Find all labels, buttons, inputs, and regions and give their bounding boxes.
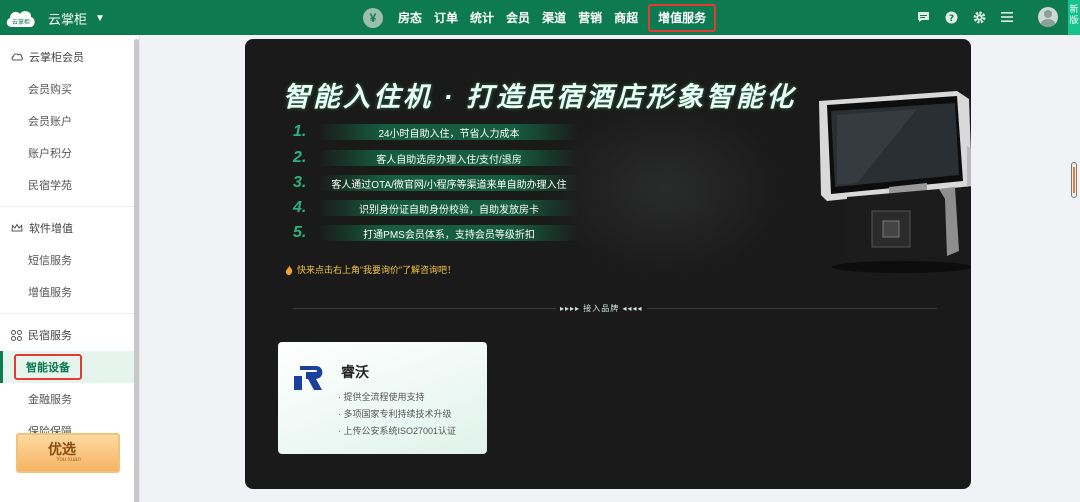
nav-supermarket[interactable]: 商超 (608, 4, 644, 32)
sidebar-group-homestay[interactable]: 民宿服务 (0, 319, 139, 351)
help-icon[interactable]: ? (944, 10, 958, 24)
promo-subtitle: You xuan (56, 457, 81, 463)
feature-text: 客人自助选房办理入住/支付/退房 (319, 150, 579, 166)
nav-channels[interactable]: 渠道 (536, 4, 572, 32)
sidebar-divider (0, 206, 139, 207)
flame-icon (285, 264, 293, 275)
main-nav: ¥ 房态 订单 统计 会员 渠道 营销 商超 增值服务 (363, 4, 717, 32)
feature-number: 5. (293, 224, 307, 241)
sidebar-item-sms[interactable]: 短信服务 (0, 244, 139, 276)
feature-text: 打通PMS会员体系，支持会员等级折扣 (319, 225, 579, 241)
feature-row: 1. 24小时自助入住，节省人力成本 (293, 123, 579, 141)
sidebar-item-finance[interactable]: 金融服务 (0, 383, 139, 415)
message-icon[interactable] (916, 10, 930, 24)
feature-text: 24小时自助入住，节省人力成本 (319, 124, 579, 140)
sidebar-group-label: 民宿服务 (28, 330, 72, 342)
feature-text: 识别身份证自助身份校验，自助发放房卡 (319, 200, 579, 216)
sidebar-item-smart-devices[interactable]: 智能设备 (0, 351, 139, 383)
brand-feature: · 多项国家专利持续技术升级 (338, 409, 452, 419)
sidebar-item-label: 智能设备 (14, 354, 82, 380)
inquiry-tip-text: 快来点击右上角“我要询价”了解咨询吧！ (297, 265, 456, 275)
promo-banner[interactable]: 优选 You xuan (16, 433, 120, 473)
sidebar-item-label: 增值服务 (28, 287, 72, 299)
new-version-tab[interactable]: 新版 (1068, 0, 1080, 35)
page-scrollbar[interactable] (1071, 162, 1077, 198)
brands-label: ▸▸▸▸ 接入品牌 ◂◂◂◂ (556, 303, 647, 314)
sidebar-scrollbar[interactable] (134, 39, 139, 502)
cloud-logo-icon[interactable]: 云掌柜 (4, 5, 38, 31)
brand-name: 睿沃 (341, 364, 369, 380)
sidebar-item-label: 金融服务 (28, 394, 72, 406)
ruiwo-logo-icon (294, 366, 323, 390)
feature-text: 客人通过OTA/微官网/小程序等渠道来单自助办理入住 (319, 175, 579, 191)
sidebar-group-label: 云掌柜会员 (29, 52, 84, 64)
nav-marketing[interactable]: 营销 (572, 4, 608, 32)
menu-icon[interactable] (1000, 10, 1014, 24)
sidebar-group-software[interactable]: 软件增值 (0, 212, 139, 244)
feature-number: 4. (293, 199, 307, 216)
brand-feature: · 提供全流程使用支持 (338, 392, 425, 402)
sidebar-group-label: 软件增值 (29, 223, 73, 235)
promo-title: 优选 (48, 441, 76, 457)
sidebar-divider (0, 313, 139, 314)
svg-text:?: ? (948, 14, 953, 24)
feature-row: 3. 客人通过OTA/微官网/小程序等渠道来单自助办理入住 (293, 174, 579, 192)
sidebar-group-membership[interactable]: 云掌柜会员 (0, 41, 139, 73)
kiosk-machine-image (819, 91, 971, 273)
feature-row: 4. 识别身份证自助身份校验，自助发放房卡 (293, 199, 579, 217)
nav-statistics[interactable]: 统计 (464, 4, 500, 32)
sidebar: 云掌柜会员 会员购买 会员账户 账户积分 民宿学苑 软件增值 短信服务 增值服务… (0, 35, 140, 502)
sidebar-item-academy[interactable]: 民宿学苑 (0, 169, 139, 201)
caret-down-icon: ▼ (95, 13, 105, 24)
banner-headline: 智能入住机 · 打造民宿酒店形象智能化 (283, 82, 796, 112)
nav-members[interactable]: 会员 (500, 4, 536, 32)
sidebar-item-label: 会员账户 (28, 116, 72, 128)
feature-number: 1. (293, 123, 307, 140)
crown-icon (11, 223, 23, 232)
yen-icon[interactable]: ¥ (363, 8, 383, 28)
smart-checkin-banner: 智能入住机 · 打造民宿酒店形象智能化 1. 24小时自助入住，节省人力成本 2… (245, 39, 971, 489)
sidebar-item-label: 会员购买 (28, 84, 72, 96)
nav-orders[interactable]: 订单 (428, 4, 464, 32)
sidebar-item-member-purchase[interactable]: 会员购买 (0, 73, 139, 105)
nav-value-added[interactable]: 增值服务 (648, 4, 717, 32)
top-bar: 云掌柜 云掌柜 ▼ ¥ 房态 订单 统计 会员 渠道 营销 商超 增值服务 ? … (0, 0, 1080, 35)
feature-number: 2. (293, 149, 307, 166)
sidebar-item-label: 短信服务 (28, 255, 72, 267)
brand-name: 云掌柜 (48, 12, 88, 27)
sidebar-item-member-account[interactable]: 会员账户 (0, 105, 139, 137)
brand-switcher[interactable]: 云掌柜 ▼ (48, 9, 105, 28)
sidebar-item-value-added[interactable]: 增值服务 (0, 276, 139, 308)
sidebar-item-account-points[interactable]: 账户积分 (0, 137, 139, 169)
logo-text: 云掌柜 (12, 18, 30, 26)
feature-number: 3. (293, 174, 307, 191)
cloud-icon (11, 53, 23, 61)
sidebar-item-label: 账户积分 (28, 148, 72, 160)
background-glow (545, 99, 785, 279)
inquiry-tip: 快来点击右上角“我要询价”了解咨询吧！ (285, 263, 456, 276)
nav-room-status[interactable]: 房态 (392, 4, 428, 32)
feature-row: 2. 客人自助选房办理入住/支付/退房 (293, 149, 579, 167)
brand-feature: · 上传公安系统ISO27001认证 (338, 426, 457, 436)
grid-icon (11, 329, 22, 341)
brand-card-ruiwo[interactable]: 睿沃 · 提供全流程使用支持 · 多项国家专利持续技术升级 · 上传公安系统IS… (278, 342, 487, 454)
feature-row: 5. 打通PMS会员体系，支持会员等级折扣 (293, 224, 579, 242)
avatar[interactable] (1038, 7, 1058, 27)
gear-icon[interactable] (972, 10, 986, 24)
header-tools: ? (916, 7, 1058, 27)
sidebar-item-label: 民宿学苑 (28, 180, 72, 192)
